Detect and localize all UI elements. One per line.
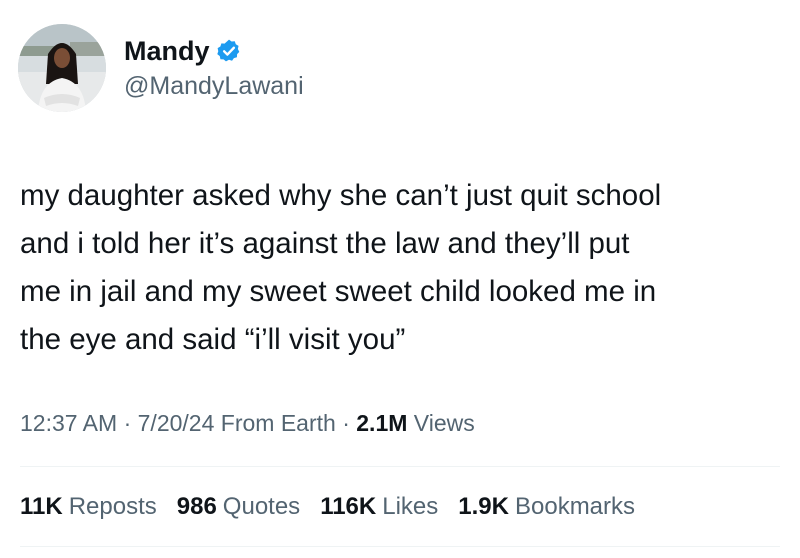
tweet-meta: 12:37 AM · 7/20/24 From Earth · 2.1M Vie… bbox=[20, 406, 475, 440]
quotes-count: 986 bbox=[176, 493, 217, 520]
quotes-label: Quotes bbox=[222, 493, 301, 520]
quotes-stat[interactable]: 986 Quotes bbox=[177, 490, 300, 524]
tweet-text-line: my daughter asked why she can’t just qui… bbox=[20, 179, 662, 212]
likes-count: 116K bbox=[320, 493, 377, 520]
tweet-header: Mandy @MandyLawani bbox=[18, 24, 304, 112]
reposts-count: 11K bbox=[20, 493, 63, 520]
tweet-text-line: the eye and said “i’ll visit you” bbox=[20, 323, 406, 356]
bookmarks-stat[interactable]: 1.9K Bookmarks bbox=[458, 490, 635, 524]
tweet-source: From Earth bbox=[220, 410, 336, 436]
tweet-date[interactable]: 7/20/24 bbox=[138, 410, 215, 436]
tweet-text-line: me in jail and my sweet sweet child look… bbox=[20, 275, 657, 308]
meta-separator: · bbox=[123, 410, 138, 436]
verified-badge-icon[interactable] bbox=[216, 38, 242, 64]
author-handle[interactable]: @MandyLawani bbox=[124, 70, 304, 102]
divider bbox=[20, 466, 780, 467]
likes-label: Likes bbox=[382, 493, 439, 520]
display-name[interactable]: Mandy bbox=[124, 34, 210, 68]
bookmarks-count: 1.9K bbox=[458, 493, 509, 520]
avatar-photo bbox=[18, 24, 106, 112]
tweet-text: my daughter asked why she can’t just qui… bbox=[20, 172, 790, 364]
views-count[interactable]: 2.1M bbox=[356, 410, 407, 436]
author-names: Mandy @MandyLawani bbox=[124, 34, 304, 102]
display-name-row: Mandy bbox=[124, 34, 304, 68]
views-label[interactable]: Views bbox=[407, 410, 475, 436]
engagement-stats: 11K Reposts 986 Quotes 116K Likes 1.9K Bookm… bbox=[20, 490, 655, 524]
likes-stat[interactable]: 116K Likes bbox=[320, 490, 438, 524]
meta-separator: · bbox=[342, 410, 357, 436]
divider bbox=[20, 546, 780, 547]
avatar[interactable] bbox=[18, 24, 106, 112]
reposts-stat[interactable]: 11K Reposts bbox=[20, 490, 157, 524]
tweet-text-line: and i told her it’s against the law and … bbox=[20, 227, 630, 260]
tweet-time[interactable]: 12:37 AM bbox=[20, 410, 117, 436]
reposts-label: Reposts bbox=[68, 493, 157, 520]
tweet-card: Mandy @MandyLawani my daughter asked why… bbox=[0, 0, 800, 558]
bookmarks-label: Bookmarks bbox=[514, 493, 636, 520]
